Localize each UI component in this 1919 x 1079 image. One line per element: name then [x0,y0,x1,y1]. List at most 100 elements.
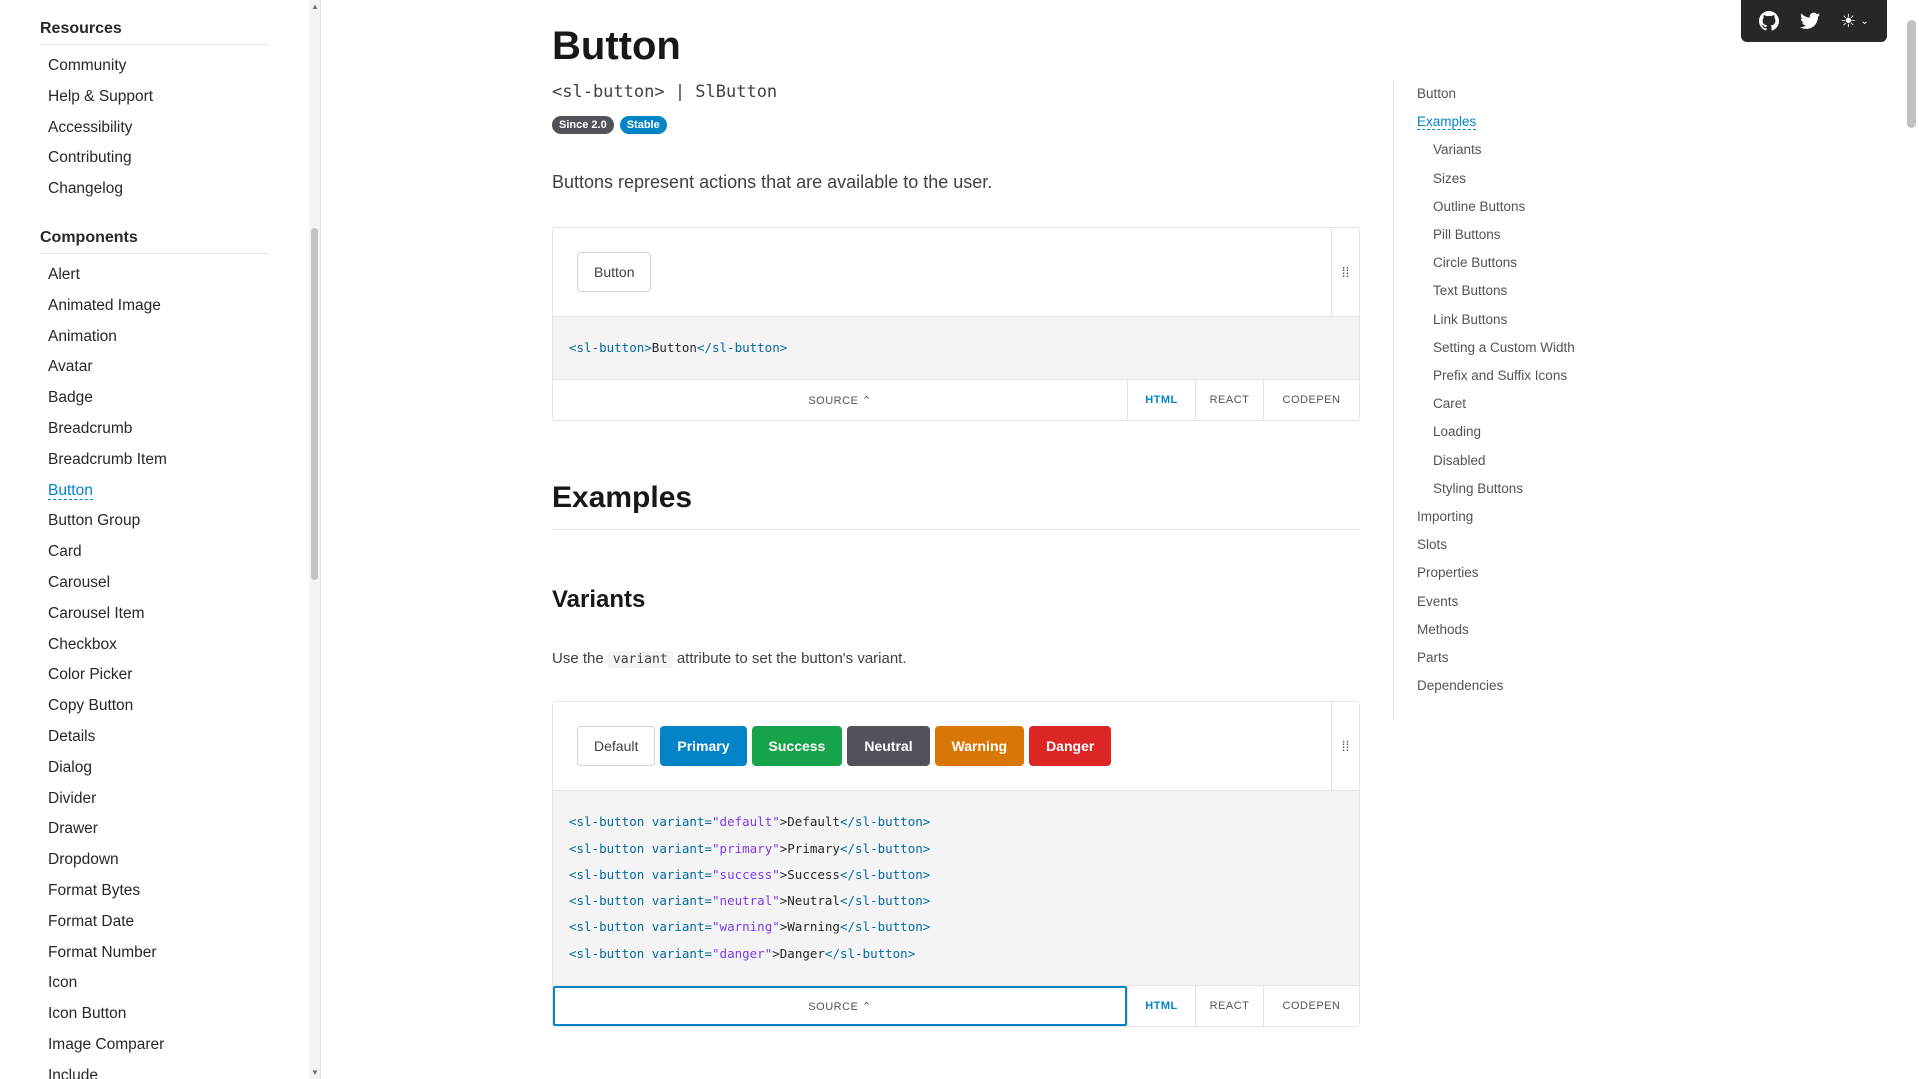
demo-button[interactable]: Button [577,252,652,292]
sidebar-item-carousel-item[interactable]: Carousel Item [48,599,268,630]
toc-item-label: Styling Buttons [1433,480,1524,496]
toc-item-button[interactable]: Button [1417,80,1623,108]
danger-button[interactable]: Danger [1029,726,1112,767]
sidebar-item-changelog[interactable]: Changelog [48,174,268,205]
sidebar-item-help-support[interactable]: Help & Support [48,82,268,113]
source-toggle-button[interactable]: SOURCE ⌃ [553,986,1127,1027]
toc-item-prefix-and-suffix-icons[interactable]: Prefix and Suffix Icons [1417,362,1623,390]
sidebar-item-details[interactable]: Details [48,722,268,753]
sidebar-item-checkbox[interactable]: Checkbox [48,630,268,661]
toc-item-loading[interactable]: Loading [1417,418,1623,446]
sidebar-item-color-picker[interactable]: Color Picker [48,660,268,691]
code-token: > [772,945,780,961]
source-toggle-button[interactable]: SOURCE ⌃ [553,380,1127,420]
sidebar-item-accessibility[interactable]: Accessibility [48,113,268,144]
default-button[interactable]: Default [577,726,656,767]
sidebar-item-animation[interactable]: Animation [48,322,268,353]
para-text-before: Use the [552,650,604,668]
twitter-icon[interactable] [1799,12,1820,30]
toc-item-events[interactable]: Events [1417,588,1623,616]
sidebar-scrollbar[interactable]: ▲ ▼ [309,0,320,1079]
html-tab[interactable]: HTML [1127,986,1195,1027]
sidebar-item-carousel[interactable]: Carousel [48,568,268,599]
code-preview-variants: Default Primary Success Neutral Warning … [552,701,1360,1028]
sidebar-item-breadcrumb-item[interactable]: Breadcrumb Item [48,445,268,476]
page-scrollbar[interactable] [1904,0,1919,1079]
resize-handle[interactable]: ⁞⁞ [1331,702,1359,791]
sidebar-item-card[interactable]: Card [48,537,268,568]
success-button[interactable]: Success [751,726,843,767]
toc-item-sizes[interactable]: Sizes [1417,165,1623,193]
code-token: </sl-button> [824,945,916,961]
primary-button[interactable]: Primary [660,726,747,767]
toc-item-variants[interactable]: Variants [1417,136,1623,164]
code-token: variant= [651,840,713,856]
badge-group: Since 2.0 Stable [552,116,1360,134]
scroll-up-arrow-icon[interactable]: ▲ [311,2,319,11]
sidebar-item-format-number[interactable]: Format Number [48,938,268,969]
toc-item-link-buttons[interactable]: Link Buttons [1417,306,1623,334]
toc-item-caret[interactable]: Caret [1417,390,1623,418]
toc-item-setting-a-custom-width[interactable]: Setting a Custom Width [1417,334,1623,362]
html-tab[interactable]: HTML [1127,380,1195,421]
toc-item-circle-buttons[interactable]: Circle Buttons [1417,249,1623,277]
toc-item-properties[interactable]: Properties [1417,559,1623,587]
github-icon[interactable] [1759,11,1780,31]
react-tab[interactable]: REACT [1195,380,1263,421]
sidebar-item-drawer[interactable]: Drawer [48,814,268,845]
theme-toggle-button[interactable]: ☀ ⌄ [1840,11,1869,32]
toc-item-outline-buttons[interactable]: Outline Buttons [1417,193,1623,221]
sidebar-item-divider[interactable]: Divider [48,784,268,815]
react-tab[interactable]: REACT [1195,986,1263,1027]
sidebar-item-copy-button[interactable]: Copy Button [48,691,268,722]
toc-item-disabled[interactable]: Disabled [1417,447,1623,475]
sidebar-item-format-date[interactable]: Format Date [48,907,268,938]
sidebar-item-dropdown[interactable]: Dropdown [48,845,268,876]
warning-button[interactable]: Warning [934,726,1025,767]
toc-item-styling-buttons[interactable]: Styling Buttons [1417,475,1623,503]
sidebar-item-label: Dialog [48,758,92,776]
sidebar-item-icon-button[interactable]: Icon Button [48,999,268,1030]
sidebar-item-button[interactable]: Button [48,476,268,507]
neutral-button[interactable]: Neutral [847,726,930,767]
sidebar-item-icon[interactable]: Icon [48,968,268,999]
sidebar-item-dialog[interactable]: Dialog [48,753,268,784]
sidebar-item-label: Image Comparer [48,1035,165,1053]
sidebar-item-format-bytes[interactable]: Format Bytes [48,876,268,907]
toc-item-parts[interactable]: Parts [1417,644,1623,672]
sidebar-item-animated-image[interactable]: Animated Image [48,291,268,322]
sidebar-item-button-group[interactable]: Button Group [48,506,268,537]
toc-item-dependencies[interactable]: Dependencies [1417,672,1623,700]
toc-item-label: Events [1417,593,1459,609]
scroll-down-arrow-icon[interactable]: ▼ [311,1068,319,1077]
sidebar-item-label: Include [48,1066,98,1079]
sidebar-item-contributing[interactable]: Contributing [48,143,268,174]
inline-code: variant [607,651,673,669]
toc-item-text-buttons[interactable]: Text Buttons [1417,277,1623,305]
sidebar-scrollbar-thumb[interactable] [311,228,318,580]
sidebar-item-breadcrumb[interactable]: Breadcrumb [48,414,268,445]
toc-item-pill-buttons[interactable]: Pill Buttons [1417,221,1623,249]
page-scrollbar-thumb[interactable] [1907,20,1916,128]
codepen-button[interactable]: CODEPEN [1263,986,1359,1027]
sidebar-item-alert[interactable]: Alert [48,260,268,291]
sidebar-item-avatar[interactable]: Avatar [48,352,268,383]
sidebar-item-community[interactable]: Community [48,51,268,82]
code-token: "neutral" [712,893,780,909]
code-token: <sl-button [569,919,652,935]
codepen-button[interactable]: CODEPEN [1263,380,1359,421]
sidebar-item-label: Checkbox [48,635,117,653]
sidebar-item-label: Button Group [48,512,141,530]
toc-item-importing[interactable]: Importing [1417,503,1623,531]
resize-handle[interactable]: ⁞⁞ [1331,228,1359,316]
sidebar-item-label: Icon Button [48,1005,127,1023]
sidebar-item-image-comparer[interactable]: Image Comparer [48,1030,268,1061]
toc-item-label: Text Buttons [1433,283,1508,299]
toc-item-examples[interactable]: Examples [1417,108,1623,136]
sidebar-item-include[interactable]: Include [48,1061,268,1079]
sidebar-item-label: Carousel Item [48,604,145,622]
toc-item-label: Parts [1417,650,1449,666]
sidebar-item-badge[interactable]: Badge [48,383,268,414]
toc-item-methods[interactable]: Methods [1417,616,1623,644]
toc-item-slots[interactable]: Slots [1417,531,1623,559]
